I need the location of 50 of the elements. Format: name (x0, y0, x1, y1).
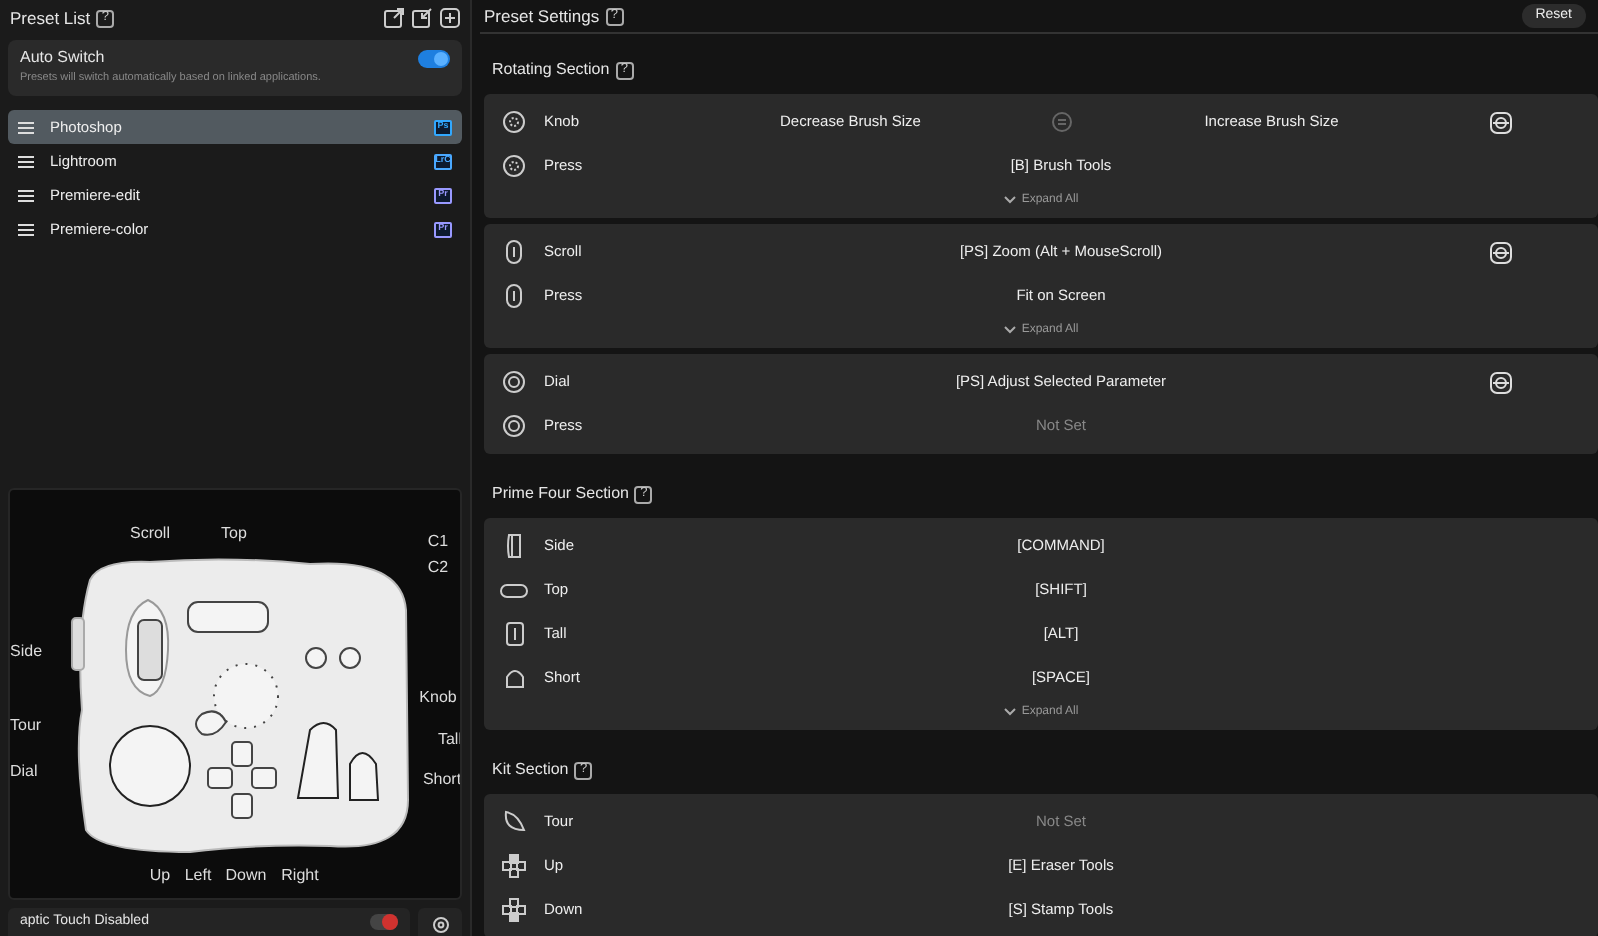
side-button-icon (506, 534, 522, 558)
adjust-icon[interactable] (1490, 111, 1512, 134)
swap-icon[interactable] (1051, 112, 1071, 133)
top-button-icon (500, 583, 528, 598)
drag-handle-icon[interactable] (18, 121, 34, 133)
scroll-wheel-icon (506, 284, 522, 308)
drag-handle-icon[interactable] (18, 155, 34, 167)
device-label: Left (184, 866, 212, 884)
export-icon[interactable] (384, 8, 404, 28)
settings-icon (431, 916, 449, 934)
device-label: Up (149, 866, 171, 884)
device-label: Right (281, 866, 319, 884)
dial-icon (502, 414, 526, 438)
toggle-switch[interactable] (418, 49, 450, 67)
device-label: Dial (10, 762, 38, 780)
import-icon[interactable] (412, 8, 432, 28)
device-label: C2 (427, 558, 449, 576)
device-label: C1 (427, 532, 449, 550)
adjust-icon[interactable] (1490, 371, 1512, 394)
add-icon[interactable] (440, 8, 460, 28)
drag-handle-icon[interactable] (18, 223, 34, 235)
device-label: Side (10, 642, 43, 660)
tall-button-icon (505, 622, 523, 646)
toggle-switch[interactable] (370, 914, 398, 930)
device-label: Down (225, 866, 267, 884)
drag-handle-icon[interactable] (18, 189, 34, 201)
panel-title: Preset List (10, 5, 91, 31)
section-title: Kit Section (492, 758, 569, 782)
dpad-icon (502, 898, 526, 922)
setting-title: Auto Switch (20, 46, 105, 70)
knob-icon (502, 154, 526, 178)
device-label: Top (221, 524, 247, 542)
section-title: Prime Four Section (492, 482, 629, 506)
chevron-down-icon[interactable] (1003, 326, 1016, 334)
tour-button-icon (502, 810, 526, 834)
chevron-down-icon[interactable] (1003, 196, 1016, 204)
chevron-down-icon[interactable] (1003, 708, 1016, 716)
dial-icon (502, 370, 526, 394)
knob-icon (502, 110, 526, 134)
panel-title: Preset Settings (484, 3, 600, 29)
settings-button[interactable] (418, 908, 462, 936)
scroll-wheel-icon (506, 240, 522, 264)
short-button-icon (505, 668, 523, 689)
device-label: Scroll (130, 524, 170, 542)
device-label: Tour (10, 716, 42, 734)
device-label: Knob (419, 688, 457, 706)
dpad-icon (502, 854, 526, 878)
adjust-icon[interactable] (1490, 241, 1512, 264)
section-title: Rotating Section (492, 58, 610, 82)
device-label: Tall (438, 730, 460, 748)
